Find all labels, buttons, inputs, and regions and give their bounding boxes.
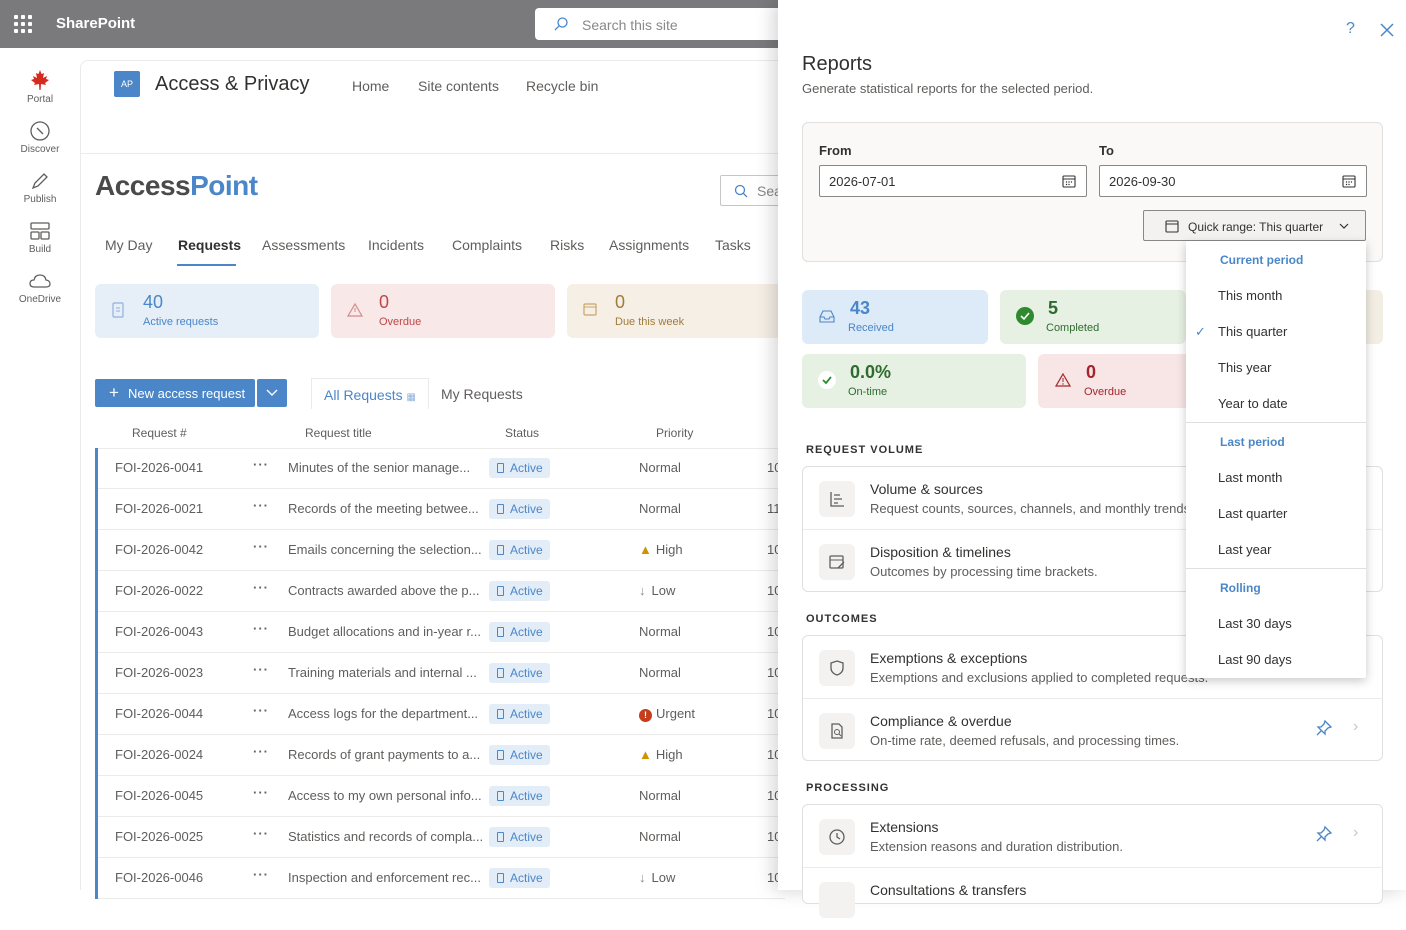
from-label: From [819, 143, 852, 158]
report-icon-box [819, 481, 855, 517]
from-date-input[interactable]: 2026-07-01 [819, 165, 1087, 197]
inbox-icon [819, 310, 835, 323]
calendar-edit-icon [829, 555, 845, 569]
report-item-extensions[interactable]: Extensions Extension reasons and duratio… [803, 805, 1383, 867]
shield-icon [830, 660, 844, 676]
checkmark-icon: ✓ [1195, 324, 1206, 339]
pin-icon[interactable] [1315, 719, 1333, 737]
panel-title: Reports [802, 53, 873, 75]
search-icon [554, 17, 568, 31]
section-heading: REQUEST VOLUME [806, 444, 924, 456]
menu-group-heading: Current period [1220, 253, 1304, 267]
report-item-compliance-overdue[interactable]: Compliance & overdue On-time rate, deeme… [803, 699, 1383, 761]
menu-item-this-year[interactable]: This year [1218, 360, 1271, 375]
pin-icon[interactable] [1315, 825, 1333, 843]
menu-divider [1186, 568, 1366, 569]
panel-backdrop[interactable] [0, 48, 778, 890]
calendar-icon [1165, 220, 1179, 233]
menu-item-last-year[interactable]: Last year [1218, 542, 1271, 557]
calendar-icon[interactable] [1342, 174, 1356, 188]
close-icon[interactable] [1380, 23, 1394, 37]
section-heading: PROCESSING [806, 782, 890, 794]
check-icon [818, 371, 836, 389]
report-icon-box [819, 544, 855, 580]
help-icon[interactable]: ? [1346, 20, 1355, 38]
menu-group-heading: Rolling [1220, 581, 1261, 595]
calendar-icon[interactable] [1062, 174, 1076, 188]
quick-range-button[interactable]: Quick range: This quarter [1143, 210, 1366, 241]
document-search-icon [831, 723, 843, 739]
warning-icon [1055, 372, 1071, 387]
report-icon-box [819, 650, 855, 686]
check-circle-icon [1016, 307, 1034, 325]
menu-item-last-30-days[interactable]: Last 30 days [1218, 616, 1292, 631]
section-heading: OUTCOMES [806, 613, 878, 625]
site-search-box[interactable]: Search this site [535, 8, 795, 40]
app-launcher-icon[interactable] [14, 15, 32, 33]
bar-list-icon [830, 492, 844, 507]
report-icon-box [819, 713, 855, 749]
menu-item-this-month[interactable]: This month [1218, 288, 1282, 303]
clock-icon [829, 829, 845, 845]
report-kpi-received[interactable]: 43 Received [802, 290, 988, 344]
menu-item-last-quarter[interactable]: Last quarter [1218, 506, 1287, 521]
chevron-right-icon[interactable]: › [1353, 718, 1358, 736]
panel-subtitle: Generate statistical reports for the sel… [802, 81, 1094, 96]
quick-range-menu: Current period This month ✓ This quarter… [1186, 241, 1366, 678]
report-icon-box [819, 882, 855, 918]
report-card-group: Extensions Extension reasons and duratio… [802, 804, 1383, 918]
report-kpi-on-time[interactable]: 0.0% On-time [802, 354, 1026, 408]
to-date-input[interactable]: 2026-09-30 [1099, 165, 1367, 197]
menu-group-heading: Last period [1220, 435, 1285, 449]
menu-item-year-to-date[interactable]: Year to date [1218, 396, 1288, 411]
report-kpi-completed[interactable]: 5 Completed [1000, 290, 1186, 344]
report-icon-box [819, 819, 855, 855]
chevron-right-icon[interactable]: › [1353, 824, 1358, 842]
menu-item-this-quarter[interactable]: This quarter [1218, 324, 1287, 339]
brand-name[interactable]: SharePoint [56, 15, 135, 32]
menu-item-last-month[interactable]: Last month [1218, 470, 1282, 485]
menu-divider [1186, 422, 1366, 423]
report-item-consultations-transfers[interactable]: Consultations & transfers [803, 868, 1383, 930]
search-placeholder: Search this site [582, 17, 678, 33]
menu-item-last-90-days[interactable]: Last 90 days [1218, 652, 1292, 667]
chevron-down-icon [1339, 223, 1349, 229]
to-label: To [1099, 143, 1114, 158]
